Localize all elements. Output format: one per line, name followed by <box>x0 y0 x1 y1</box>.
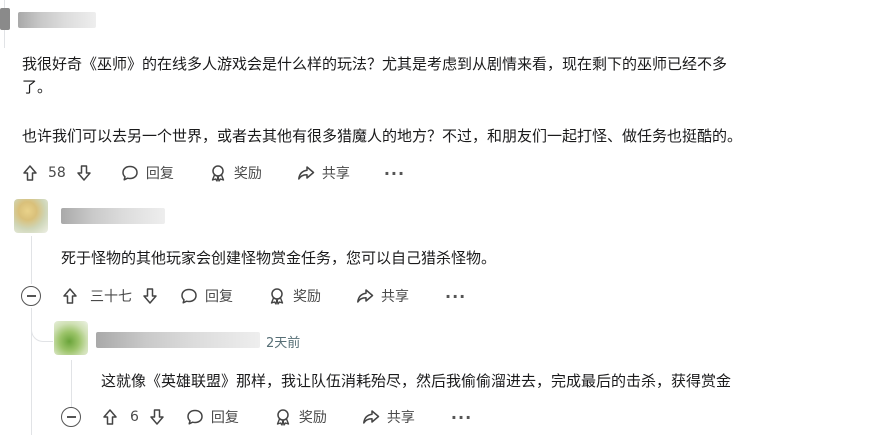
thread-line <box>71 360 72 408</box>
comment-text-paragraph: 也许我们可以去另一个世界，或者去其他有很多猎魔人的地方？不过，和朋友们一起打怪、… <box>22 127 743 145</box>
comment-text: 死于怪物的其他玩家会创建怪物赏金任务，您可以自己猎杀怪物。 <box>61 249 497 267</box>
reply-label: 回复 <box>205 289 233 305</box>
comment-actions: 58 回复 奖励 共享 ··· <box>20 161 405 185</box>
username[interactable] <box>18 12 96 28</box>
upvote-button[interactable] <box>60 286 80 306</box>
reply-label: 回复 <box>145 166 174 182</box>
award-button[interactable]: 奖励 <box>208 163 262 183</box>
award-button[interactable]: 奖励 <box>273 407 327 427</box>
upvote-button[interactable] <box>20 163 40 183</box>
comment-body: 我很好奇《巫师》的在线多人游戏会是什么样的玩法？尤其是考虑到从剧情来看，现在剩下… <box>22 53 727 99</box>
share-icon <box>355 286 375 306</box>
arrow-up-icon <box>60 286 80 306</box>
vote-count: 三十七 <box>90 289 132 305</box>
username[interactable] <box>61 208 165 224</box>
avatar[interactable] <box>14 199 48 233</box>
comment-text-line: 我很好奇《巫师》的在线多人游戏会是什么样的玩法？尤其是考虑到从剧情来看，现在剩下… <box>22 55 728 73</box>
award-icon <box>273 407 293 427</box>
share-button[interactable]: 共享 <box>361 407 415 427</box>
reply-label: 回复 <box>210 410 239 426</box>
reply-button[interactable]: 回复 <box>120 163 174 183</box>
minus-icon <box>26 295 36 297</box>
award-label: 奖励 <box>298 410 327 426</box>
award-button[interactable]: 奖励 <box>267 286 321 306</box>
share-label: 共享 <box>381 289 409 305</box>
downvote-button[interactable] <box>147 407 167 427</box>
comment-text: 这就像《英雄联盟》那样，我让队伍消耗殆尽，然后我偷偷溜进去，完成最后的击杀，获得… <box>101 372 732 390</box>
avatar[interactable] <box>54 321 88 355</box>
comment-actions: 6 回复 奖励 共享 ··· <box>100 405 472 429</box>
reply-button[interactable]: 回复 <box>179 286 233 306</box>
vote-count: 58 <box>48 165 66 181</box>
minus-icon <box>66 416 76 418</box>
share-icon <box>296 163 316 183</box>
collapse-thread-button[interactable] <box>21 286 41 306</box>
more-options-button[interactable]: ··· <box>384 164 405 183</box>
thread-connector <box>31 320 53 342</box>
username[interactable] <box>96 332 260 348</box>
share-label: 共享 <box>321 166 350 182</box>
thread-line <box>31 236 32 284</box>
comment-bubble-icon <box>120 163 140 183</box>
award-icon <box>208 163 228 183</box>
arrow-up-icon <box>100 407 120 427</box>
award-icon <box>267 286 287 306</box>
share-label: 共享 <box>386 410 415 426</box>
share-button[interactable]: 共享 <box>355 286 409 306</box>
more-options-button[interactable]: ··· <box>445 287 466 306</box>
downvote-button[interactable] <box>140 286 160 306</box>
collapse-thread-button[interactable] <box>61 407 81 427</box>
comment-timestamp: 2天前 <box>266 336 301 351</box>
more-options-button[interactable]: ··· <box>451 408 472 427</box>
upvote-button[interactable] <box>100 407 120 427</box>
vote-count: 6 <box>130 409 139 425</box>
reply-button[interactable]: 回复 <box>185 407 239 427</box>
downvote-button[interactable] <box>74 163 94 183</box>
share-icon <box>361 407 381 427</box>
comment-bubble-icon <box>185 407 205 427</box>
arrow-down-icon <box>147 407 167 427</box>
avatar[interactable] <box>0 8 10 30</box>
award-label: 奖励 <box>233 166 262 182</box>
comment-actions: 三十七 回复 奖励 共享 ··· <box>60 284 466 308</box>
share-button[interactable]: 共享 <box>296 163 350 183</box>
arrow-down-icon <box>140 286 160 306</box>
arrow-down-icon <box>74 163 94 183</box>
comment-text-line: 了。 <box>22 78 53 96</box>
arrow-up-icon <box>20 163 40 183</box>
award-label: 奖励 <box>293 289 321 305</box>
comment-bubble-icon <box>179 286 199 306</box>
